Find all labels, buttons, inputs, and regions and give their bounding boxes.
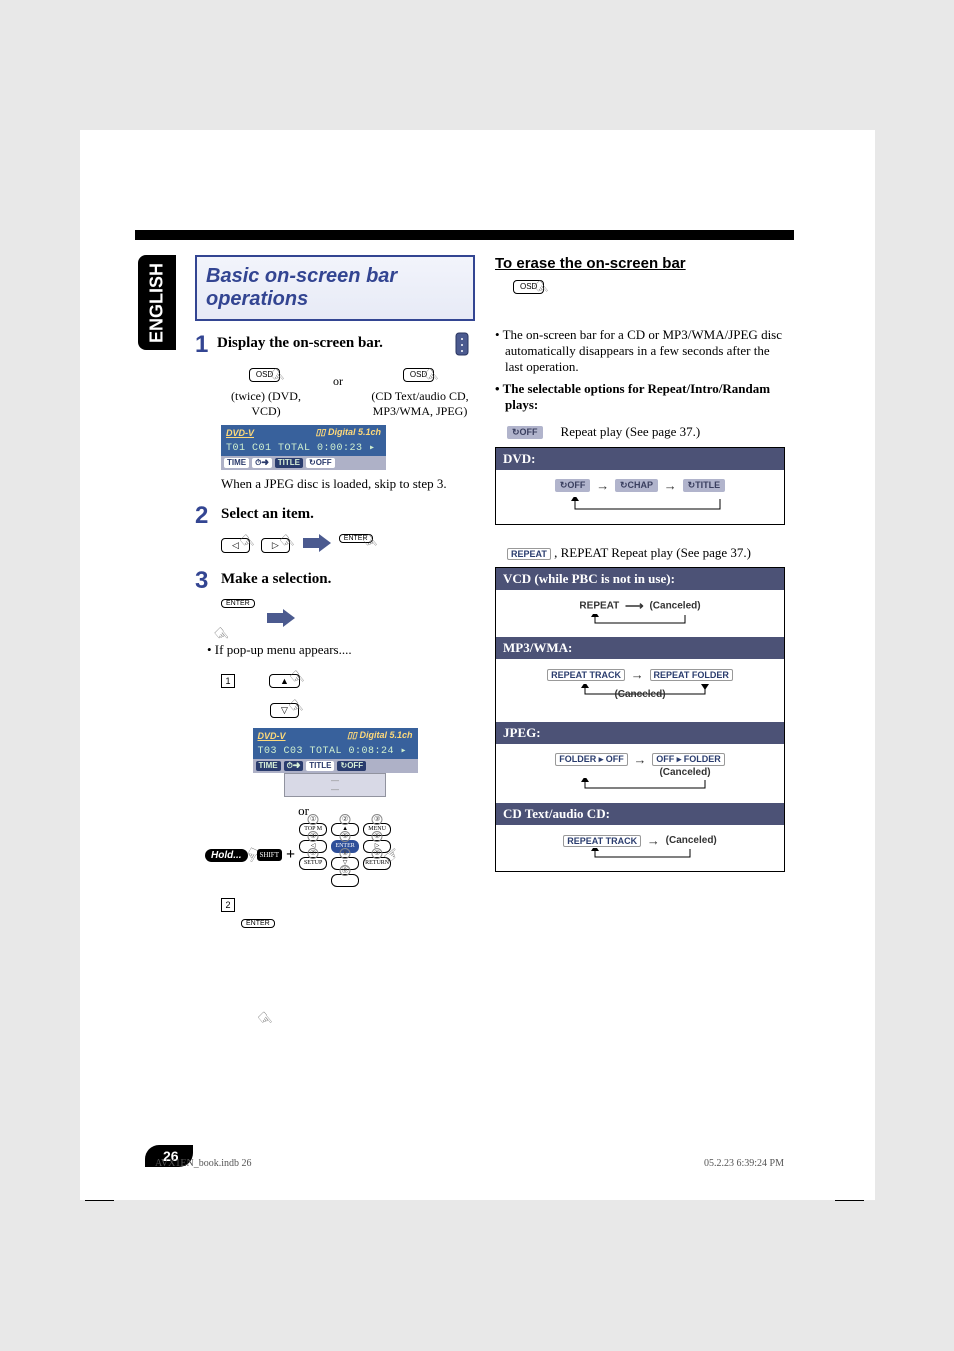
repeat-chip: REPEAT FOLDER	[650, 669, 733, 681]
osd-audio-format: ▯▯ Digital 5.1ch	[316, 427, 381, 438]
shift-button-icon: SHIFT	[257, 849, 282, 861]
repeat-chip: OFF ▸ FOLDER	[652, 753, 725, 766]
canceled-label: (Canceled)	[649, 601, 700, 612]
popup-note: • If pop-up menu appears....	[207, 642, 475, 658]
option-head: CD Text/audio CD:	[496, 803, 784, 825]
repeat-chip: REPEAT TRACK	[563, 835, 641, 847]
osd-chip: ⏱➜	[284, 761, 304, 771]
repeat-chip: ↻OFF	[555, 479, 591, 492]
context-label: (CD Text/audio CD, MP3/WMA, JPEG)	[365, 389, 475, 419]
remote-icon	[449, 331, 475, 362]
plus-icon: +	[286, 846, 295, 864]
osd-chip: ↻OFF	[337, 761, 366, 771]
popup-menu: ——	[284, 773, 386, 797]
repeat-chip: ↻TITLE	[683, 479, 726, 492]
hold-label: Hold...	[205, 849, 248, 862]
option-head: DVD:	[496, 448, 784, 470]
return-path-icon	[565, 778, 715, 792]
osd-example-bar: DVD-V ▯▯ Digital 5.1ch T03 C03 TOTAL 0:08…	[253, 728, 418, 797]
return-path-icon	[580, 848, 700, 860]
arrow-icon: ⟶	[625, 598, 644, 613]
canceled-label: (Canceled)	[666, 835, 717, 846]
repeat-chip: ↻CHAP	[615, 479, 658, 492]
enter-button-icon: ENTER	[241, 919, 275, 928]
repeat-text-label: , REPEAT	[554, 545, 608, 560]
press-hand-icon: ☟	[211, 604, 256, 647]
return-path-icon	[555, 497, 725, 513]
right-column: To erase the on-screen bar OSD☟ • The on…	[495, 255, 785, 872]
note-text: • The selectable options for Repeat/Intr…	[495, 381, 785, 413]
option-box-vcd: VCD (while PBC is not in use): REPEAT ⟶ …	[495, 567, 785, 872]
repeat-off-chip: ↻OFF	[507, 426, 543, 439]
key-zero: ⓪	[331, 874, 359, 887]
arrow-icon: →	[634, 752, 647, 767]
step-text: Select an item.	[221, 506, 314, 523]
arrow-icon: →	[664, 478, 677, 493]
return-path-icon	[585, 614, 695, 626]
substep-marker: 2	[221, 898, 235, 912]
step-number: 3	[195, 567, 217, 595]
or-label: or	[333, 374, 343, 389]
footer-file: AVX1EN_book.indb 26	[155, 1158, 251, 1169]
osd-chip-selected: TITLE	[306, 761, 334, 771]
option-head: VCD (while PBC is not in use):	[496, 568, 784, 590]
repeat-desc: Repeat play (See page 37.)	[611, 545, 751, 560]
osd-audio-format: ▯▯ Digital 5.1ch	[347, 730, 412, 741]
step-text: Make a selection.	[221, 571, 331, 588]
note-text: • The on-screen bar for a CD or MP3/WMA/…	[495, 327, 785, 375]
canceled-label: (Canceled)	[614, 689, 665, 700]
header-band	[135, 230, 794, 240]
footer: AVX1EN_book.indb 26 05.2.23 6:39:24 PM	[155, 1132, 784, 1169]
repeat-label: REPEAT	[579, 601, 619, 612]
step-number: 1	[195, 331, 217, 359]
osd-time-readout: T03 C03 TOTAL 0:08:24 ▸	[253, 743, 418, 759]
repeat-chip: FOLDER ▸ OFF	[555, 753, 628, 766]
arrow-icon	[265, 609, 295, 627]
repeat-desc: Repeat play (See page 37.)	[561, 424, 701, 439]
section-title: Basic on-screen bar operations	[195, 255, 475, 321]
press-hand-icon: ☟	[359, 531, 381, 554]
osd-disc-type: DVD-V	[226, 428, 254, 438]
press-hand-icon: ☟	[421, 365, 443, 388]
osd-disc-type: DVD-V	[258, 731, 286, 741]
option-head: JPEG:	[496, 722, 784, 744]
osd-chip: ↻OFF	[306, 458, 335, 468]
press-hand-icon: ☟	[267, 365, 289, 388]
arrow-icon: →	[596, 478, 609, 493]
arrow-icon	[301, 534, 331, 552]
option-head: MP3/WMA:	[496, 637, 784, 659]
press-hand-icon: ☟	[531, 277, 553, 300]
osd-time-readout: T01 C01 TOTAL 0:00:23 ▸	[221, 440, 386, 456]
option-box-dvd: DVD: ↻OFF → ↻CHAP → ↻TITLE	[495, 447, 785, 525]
context-label: (twice) (DVD, VCD)	[221, 389, 311, 419]
step-text: Display the on-screen bar.	[217, 335, 383, 352]
osd-chip: ⏱➜	[252, 458, 272, 468]
or-label: or	[221, 803, 386, 819]
note-text: When a JPEG disc is loaded, skip to step…	[221, 476, 475, 492]
repeat-chip: REPEAT TRACK	[547, 669, 625, 681]
osd-example-bar: DVD-V ▯▯ Digital 5.1ch T01 C01 TOTAL 0:00…	[221, 425, 386, 470]
step-number: 2	[195, 502, 217, 530]
repeat-chip: REPEAT	[507, 548, 551, 560]
canceled-label: (Canceled)	[659, 767, 710, 778]
arrow-icon: →	[647, 833, 660, 848]
osd-chip: TIME	[256, 761, 281, 771]
osd-chip: TIME	[224, 458, 249, 468]
footer-timestamp: 05.2.23 6:39:24 PM	[704, 1158, 784, 1169]
keypad: ①TOP M ②▲ ③MENU ④◁ ⑤ENTER ⑥▷ ⑦SETUP ⑧▽ ⑨…	[299, 823, 391, 887]
arrow-icon: →	[631, 667, 644, 682]
language-tab: ENGLISH	[138, 255, 176, 350]
key-setup: ⑦SETUP	[299, 857, 327, 870]
substep-marker: 1	[221, 674, 235, 688]
osd-chip-selected: TITLE	[275, 458, 303, 468]
left-column: Basic on-screen bar operations 1 Display…	[195, 255, 475, 956]
erase-heading: To erase the on-screen bar	[495, 255, 785, 272]
